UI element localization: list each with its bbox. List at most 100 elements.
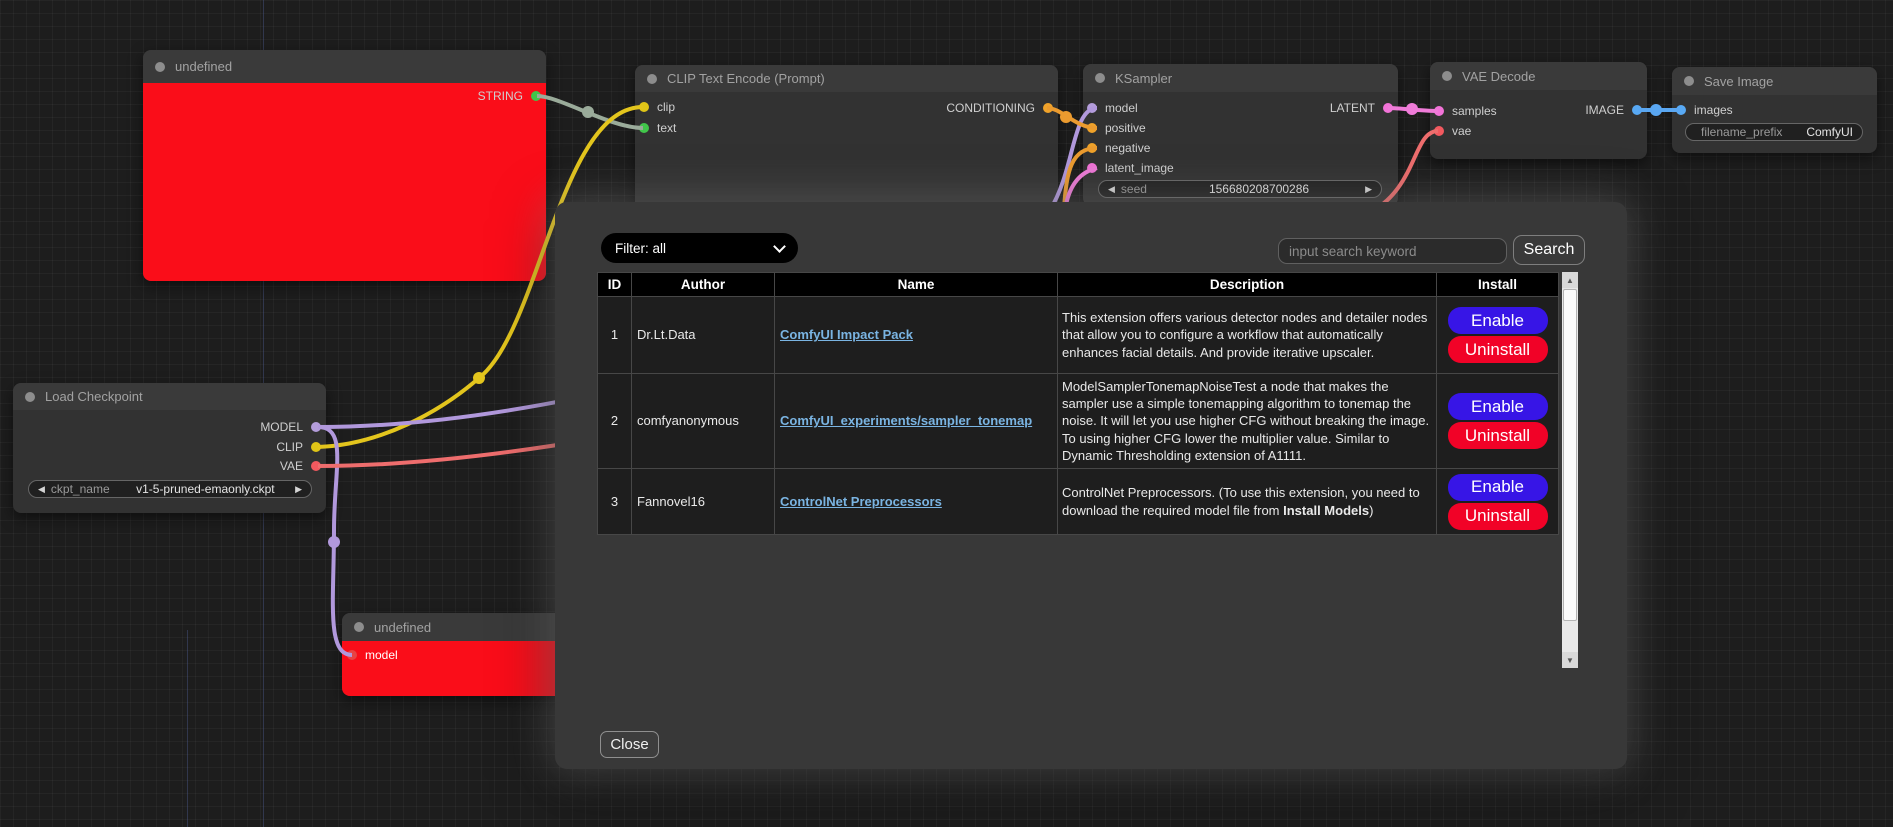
collapse-dot-icon[interactable] bbox=[1684, 76, 1694, 86]
cell-name: ControlNet Preprocessors bbox=[775, 469, 1058, 535]
table-scrollbar[interactable]: ▲ ▼ bbox=[1562, 272, 1578, 668]
node-ksampler[interactable]: KSampler model positive negative latent_… bbox=[1083, 64, 1398, 206]
node-load-checkpoint[interactable]: Load Checkpoint MODEL CLIP VAE ◀ ckpt_na… bbox=[13, 383, 326, 513]
chevron-down-icon bbox=[773, 240, 786, 253]
collapse-dot-icon[interactable] bbox=[155, 62, 165, 72]
node-vae-decode[interactable]: VAE Decode samples vae IMAGE bbox=[1430, 62, 1647, 159]
model-input-slot-dot[interactable] bbox=[1087, 103, 1097, 113]
text-input-slot-dot[interactable] bbox=[639, 123, 649, 133]
seed-widget[interactable]: ◀ seed 156680208700286 ▶ bbox=[1098, 180, 1382, 198]
cell-name: ComfyUI_experiments/sampler_tonemap bbox=[775, 374, 1058, 469]
samples-input-label: samples bbox=[1452, 104, 1497, 118]
images-input-slot-dot[interactable] bbox=[1676, 105, 1686, 115]
image-output-slot-dot[interactable] bbox=[1632, 105, 1642, 115]
latent-output-label: LATENT bbox=[1330, 101, 1375, 115]
uninstall-button[interactable]: Uninstall bbox=[1448, 422, 1548, 449]
scrollbar-thumb[interactable] bbox=[1563, 289, 1577, 621]
latent-image-input-label: latent_image bbox=[1105, 161, 1174, 175]
string-to-text-wire bbox=[537, 96, 643, 128]
node-graph-canvas[interactable]: { "icons": { "widget_left_arrow": "◀", "… bbox=[0, 0, 1893, 827]
node-title: CLIP Text Encode (Prompt) bbox=[667, 71, 825, 86]
scroll-up-icon[interactable]: ▲ bbox=[1562, 272, 1578, 288]
model-output-label: MODEL bbox=[260, 420, 303, 434]
latent-image-input-slot-dot[interactable] bbox=[1087, 163, 1097, 173]
seed-decrement-icon[interactable]: ◀ bbox=[1108, 185, 1115, 194]
conditioning-output-slot-dot[interactable] bbox=[1043, 103, 1053, 113]
node-title: VAE Decode bbox=[1462, 69, 1535, 84]
negative-input-slot-dot[interactable] bbox=[1087, 143, 1097, 153]
filename-prefix-widget[interactable]: filename_prefix ComfyUI bbox=[1685, 123, 1863, 141]
vae-output-label: VAE bbox=[280, 459, 303, 473]
collapse-dot-icon[interactable] bbox=[1095, 73, 1105, 83]
cell-install: Enable Uninstall bbox=[1437, 469, 1559, 535]
seed-widget-label: seed bbox=[1121, 182, 1147, 196]
col-header-install: Install bbox=[1437, 273, 1559, 297]
cell-id: 1 bbox=[598, 297, 632, 374]
vae-output-slot-dot[interactable] bbox=[311, 461, 321, 471]
search-input[interactable] bbox=[1278, 238, 1507, 264]
wire-junction-dot bbox=[473, 372, 485, 384]
filter-dropdown[interactable]: Filter: all bbox=[601, 233, 798, 263]
samples-input-slot-dot[interactable] bbox=[1434, 106, 1444, 116]
extension-row: 3 Fannovel16 ControlNet Preprocessors Co… bbox=[598, 469, 1559, 535]
uninstall-button[interactable]: Uninstall bbox=[1448, 336, 1548, 363]
image-output-label: IMAGE bbox=[1585, 103, 1624, 117]
positive-input-slot-dot[interactable] bbox=[1087, 123, 1097, 133]
search-button[interactable]: Search bbox=[1513, 235, 1585, 265]
extension-row: 2 comfyanonymous ComfyUI_experiments/sam… bbox=[598, 374, 1559, 469]
canvas-axis-line bbox=[187, 630, 188, 827]
close-button[interactable]: Close bbox=[600, 731, 659, 758]
node-title: undefined bbox=[374, 620, 431, 635]
string-output-slot-dot[interactable] bbox=[531, 91, 541, 101]
extension-link[interactable]: ControlNet Preprocessors bbox=[780, 494, 942, 509]
node-title: KSampler bbox=[1115, 71, 1172, 86]
wire-junction-dot bbox=[582, 106, 594, 118]
extension-link[interactable]: ComfyUI Impact Pack bbox=[780, 327, 913, 342]
enable-button[interactable]: Enable bbox=[1448, 307, 1548, 334]
node-clip-text-encode[interactable]: CLIP Text Encode (Prompt) clip text COND… bbox=[635, 65, 1058, 225]
node-undefined-top[interactable]: undefined STRING bbox=[143, 50, 546, 281]
ckpt-next-icon[interactable]: ▶ bbox=[295, 485, 302, 494]
extensions-table-container: ID Author Name Description Install 1 Dr.… bbox=[597, 272, 1558, 535]
error-node-body bbox=[143, 83, 546, 281]
col-header-name: Name bbox=[775, 273, 1058, 297]
cell-author: Fannovel16 bbox=[632, 469, 775, 535]
cell-author: comfyanonymous bbox=[632, 374, 775, 469]
cell-id: 3 bbox=[598, 469, 632, 535]
enable-button[interactable]: Enable bbox=[1448, 474, 1548, 501]
node-title: Load Checkpoint bbox=[45, 389, 143, 404]
extension-link[interactable]: ComfyUI_experiments/sampler_tonemap bbox=[780, 413, 1032, 428]
description-bold-text: Install Models bbox=[1283, 503, 1369, 518]
seed-increment-icon[interactable]: ▶ bbox=[1365, 185, 1372, 194]
extensions-table: ID Author Name Description Install 1 Dr.… bbox=[597, 272, 1559, 535]
clip-output-slot-dot[interactable] bbox=[311, 442, 321, 452]
description-text: ) bbox=[1369, 503, 1373, 518]
node-save-image[interactable]: Save Image images filename_prefix ComfyU… bbox=[1672, 67, 1877, 153]
latent-output-slot-dot[interactable] bbox=[1383, 103, 1393, 113]
model-output-slot-dot[interactable] bbox=[311, 422, 321, 432]
text-input-label: text bbox=[657, 121, 676, 135]
clip-input-label: clip bbox=[657, 100, 675, 114]
filename-prefix-value[interactable]: ComfyUI bbox=[1806, 125, 1853, 139]
enable-button[interactable]: Enable bbox=[1448, 393, 1548, 420]
collapse-dot-icon[interactable] bbox=[25, 392, 35, 402]
seed-widget-value[interactable]: 156680208700286 bbox=[1153, 182, 1365, 196]
wire-junction-dot bbox=[328, 536, 340, 548]
scroll-down-icon[interactable]: ▼ bbox=[1562, 652, 1578, 668]
collapse-dot-icon[interactable] bbox=[647, 74, 657, 84]
cell-description: ModelSamplerTonemapNoiseTest a node that… bbox=[1058, 374, 1437, 469]
clip-input-slot-dot[interactable] bbox=[639, 102, 649, 112]
collapse-dot-icon[interactable] bbox=[1442, 71, 1452, 81]
table-header-row: ID Author Name Description Install bbox=[598, 273, 1559, 297]
ckpt-name-value[interactable]: v1-5-pruned-emaonly.ckpt bbox=[116, 482, 295, 496]
vae-input-slot-dot[interactable] bbox=[1434, 126, 1444, 136]
uninstall-button[interactable]: Uninstall bbox=[1448, 503, 1548, 530]
ckpt-prev-icon[interactable]: ◀ bbox=[38, 485, 45, 494]
custom-nodes-manager-dialog: Filter: all Search ID Author Name Descri… bbox=[555, 202, 1627, 769]
collapse-dot-icon[interactable] bbox=[354, 622, 364, 632]
ckpt-name-widget[interactable]: ◀ ckpt_name v1-5-pruned-emaonly.ckpt ▶ bbox=[28, 480, 312, 498]
model-input-slot-dot[interactable] bbox=[347, 650, 357, 660]
clip-output-label: CLIP bbox=[276, 440, 303, 454]
col-header-author: Author bbox=[632, 273, 775, 297]
cell-description: This extension offers various detector n… bbox=[1058, 297, 1437, 374]
